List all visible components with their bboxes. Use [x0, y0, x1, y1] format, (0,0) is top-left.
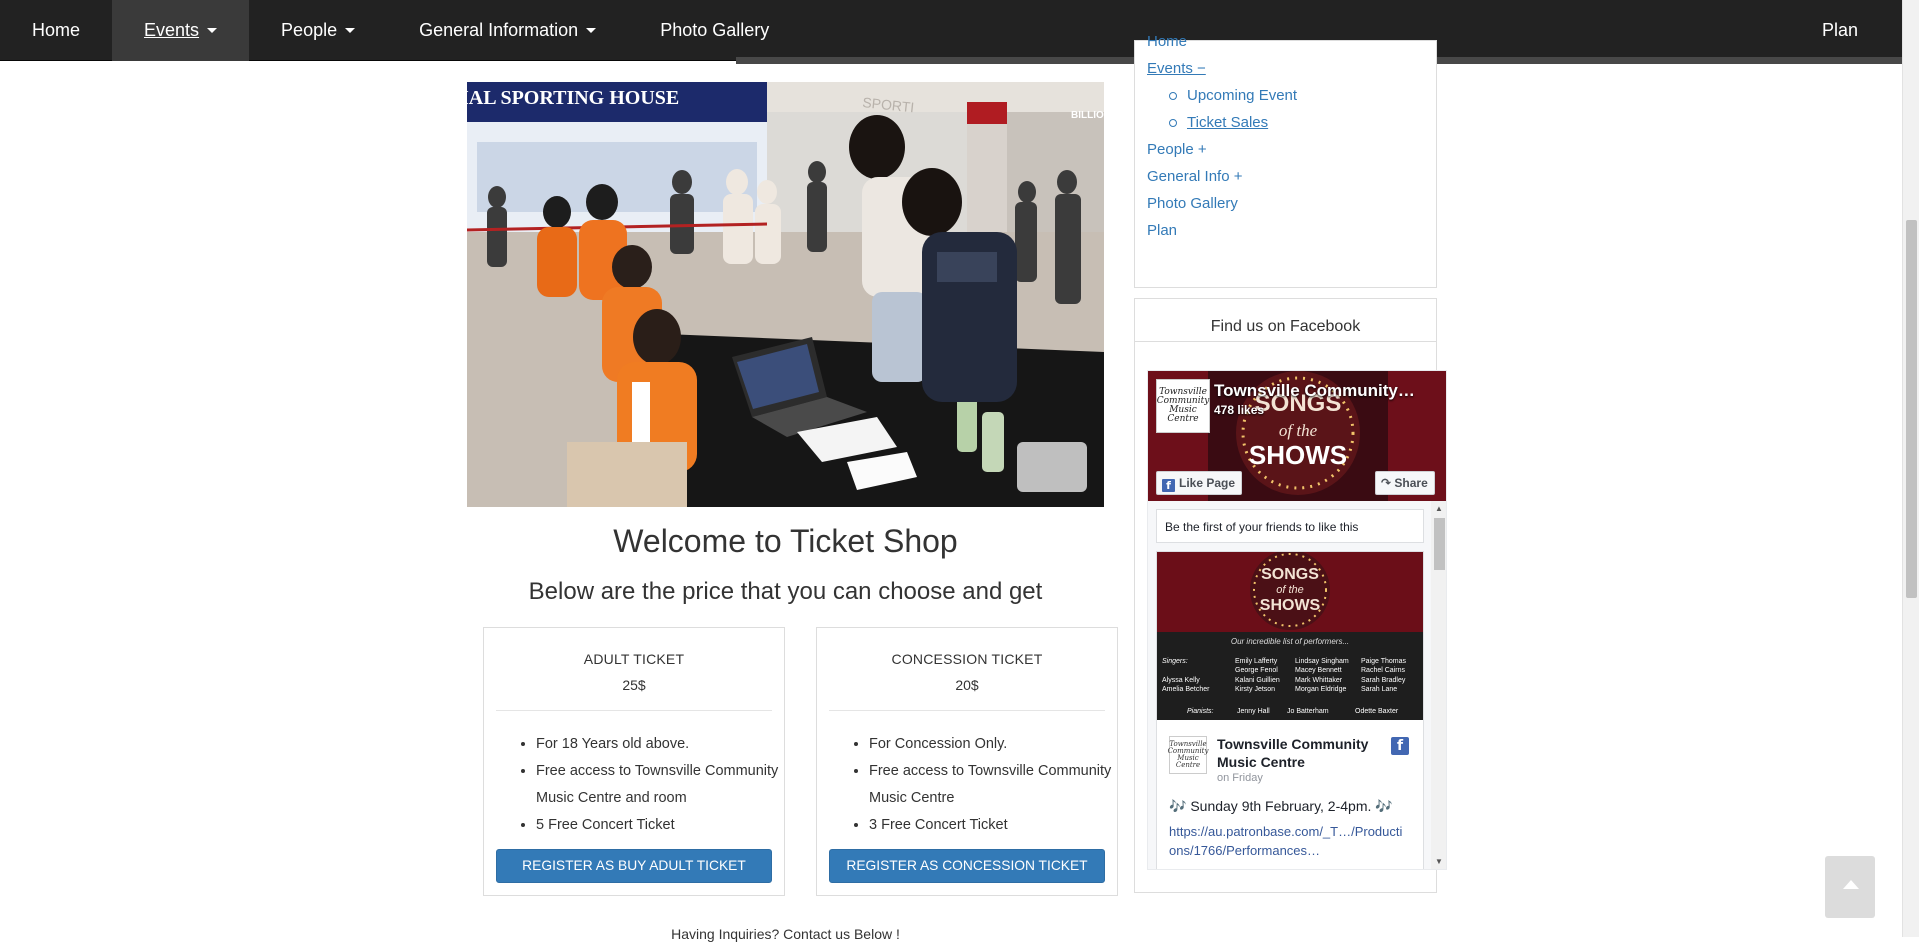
poster-title-2: of the — [1276, 584, 1304, 596]
chevron-up-icon — [1843, 880, 1859, 889]
sidebar-item-ticket-sales[interactable]: Ticket Sales — [1147, 109, 1297, 136]
facebook-likes-count: 478 likes — [1214, 403, 1265, 417]
sidebar-item-general-info[interactable]: General Info + — [1147, 163, 1297, 190]
poster-name: Alyssa Kelly — [1162, 677, 1200, 684]
poster-title-1: SONGS — [1261, 566, 1319, 583]
scroll-down-arrow-icon[interactable]: ▼ — [1435, 857, 1443, 866]
post-poster-image[interactable]: SONGS of the SHOWS Our incredible list o… — [1157, 552, 1423, 720]
poster-name: Paige Thomas — [1361, 658, 1407, 665]
back-to-top-button[interactable] — [1825, 856, 1875, 918]
facebook-post: SONGS of the SHOWS Our incredible list o… — [1156, 551, 1424, 869]
poster-name: Amelia Betcher — [1162, 686, 1210, 693]
hero-sign-text: IAL SPORTING HOUSE — [467, 87, 679, 109]
facebook-heading: Find us on Facebook — [1135, 299, 1436, 342]
page-title: Welcome to Ticket Shop — [613, 523, 958, 559]
poster-name: Kirsty Jetson — [1235, 686, 1275, 693]
facebook-page-logo[interactable]: Townsville Community Music Centre — [1156, 379, 1210, 433]
post-timestamp[interactable]: on Friday — [1217, 772, 1263, 784]
ticket-features: For Concession Only. Free access to Town… — [817, 731, 1117, 839]
ticket-name: ADULT TICKET — [583, 651, 685, 667]
nav-plan[interactable]: Plan — [1790, 0, 1902, 61]
page-subtitle: Below are the price that you can choose … — [528, 578, 1043, 605]
nav-home[interactable]: Home — [0, 0, 112, 61]
nav-people[interactable]: People — [249, 0, 387, 61]
poster-name: Sarah Bradley — [1361, 677, 1406, 684]
poster-name: Jenny Hall — [1237, 708, 1270, 715]
poster-subtitle: Our incredible list of performers... — [1231, 637, 1349, 646]
post-link[interactable]: https://au.patronbase.com/_T…/Production… — [1169, 822, 1409, 860]
concession-ticket-card: CONCESSION TICKET 20$ For Concession Onl… — [816, 627, 1118, 896]
nav-general-information[interactable]: General Information — [387, 0, 628, 61]
poster-name: Macey Bennett — [1295, 667, 1342, 674]
top-navbar: Home Events People General Information P… — [0, 0, 1902, 61]
facebook-friends-text: Be the first of your friends to like thi… — [1156, 509, 1424, 543]
feature-item: For 18 Years old above. — [536, 731, 784, 758]
feature-item: Free access to Townsville Community Musi… — [869, 758, 1117, 812]
page-scrollbar-thumb[interactable] — [1906, 220, 1917, 598]
feature-item: For Concession Only. — [869, 731, 1117, 758]
poster-name: Mark Whittaker — [1295, 677, 1343, 684]
sidebar-item-people[interactable]: People + — [1147, 136, 1297, 163]
cover-title-3: SHOWS — [1249, 440, 1347, 470]
feature-item: 3 Free Concert Ticket — [869, 812, 1117, 839]
poster-name: Emily Lafferty — [1235, 658, 1278, 665]
cover-title-2: of the — [1279, 421, 1318, 440]
ticket-price: 25$ — [622, 677, 646, 693]
scroll-up-arrow-icon[interactable]: ▲ — [1435, 504, 1443, 513]
page-scrollbar[interactable] — [1902, 0, 1919, 937]
feature-item: Free access to Townsville Community Musi… — [536, 758, 784, 812]
poster-name: Lindsay Singham — [1295, 658, 1349, 665]
ticket-features: For 18 Years old above. Free access to T… — [484, 731, 784, 839]
poster-name: Morgan Eldridge — [1295, 686, 1346, 693]
hero-photo: IAL SPORTING HOUSE SPORTI BILLION — [467, 82, 1104, 507]
sidebar-item-upcoming-event[interactable]: Upcoming Event — [1147, 82, 1297, 109]
like-page-button[interactable]: f Like Page — [1156, 471, 1243, 495]
poster-name: Odette Baxter — [1355, 708, 1399, 715]
post-author-logo[interactable]: Townsville Community Music Centre — [1168, 736, 1208, 774]
caret-down-icon — [345, 27, 356, 33]
facebook-cover-image[interactable]: SONGS of the SHOWS Townsville Community … — [1148, 371, 1446, 501]
caret-down-icon — [586, 27, 597, 33]
sidebar-menu: Home Events − Upcoming Event Ticket Sale… — [1134, 33, 1437, 288]
poster-title-3: SHOWS — [1260, 597, 1321, 614]
post-text: 🎶 Sunday 9th February, 2-4pm. 🎶 — [1169, 798, 1393, 814]
poster-name: Rachel Cairns — [1361, 667, 1405, 674]
share-button[interactable]: ↷ Share — [1375, 471, 1435, 495]
ticket-price: 20$ — [955, 677, 979, 693]
poster-name: Kalani Guillien — [1235, 677, 1280, 684]
caret-down-icon — [207, 27, 218, 33]
post-author-name[interactable]: Townsville Community Music Centre — [1217, 735, 1387, 771]
adult-ticket-card: ADULT TICKET 25$ For 18 Years old above.… — [483, 627, 785, 896]
register-concession-ticket-button[interactable]: REGISTER AS CONCESSION TICKET — [829, 849, 1105, 883]
facebook-page-name[interactable]: Townsville Community… — [1214, 381, 1415, 401]
facebook-widget-scrollbar[interactable]: ▲ ▼ — [1431, 501, 1446, 869]
nav-photo-gallery[interactable]: Photo Gallery — [628, 0, 801, 61]
sidebar-item-plan[interactable]: Plan — [1147, 217, 1297, 244]
poster-pianists-label: Pianists: — [1187, 708, 1214, 715]
divider — [829, 710, 1105, 711]
divider — [496, 710, 772, 711]
sidebar-item-home[interactable]: Home — [1147, 28, 1297, 55]
poster-name: George Fenol — [1235, 667, 1278, 674]
facebook-icon: f — [1162, 479, 1175, 492]
poster-name: Sarah Lane — [1361, 686, 1397, 693]
sidebar-item-photo-gallery[interactable]: Photo Gallery — [1147, 190, 1297, 217]
sidebar-item-events[interactable]: Events − — [1147, 55, 1297, 82]
nav-events[interactable]: Events — [112, 0, 250, 61]
ticket-name: CONCESSION TICKET — [891, 651, 1043, 667]
facebook-page-widget[interactable]: SONGS of the SHOWS Townsville Community … — [1147, 370, 1447, 870]
facebook-icon[interactable]: f — [1391, 737, 1409, 755]
scrollbar-thumb[interactable] — [1434, 518, 1445, 570]
hero-store-sign: BILLION — [1071, 110, 1104, 121]
poster-singers-label: Singers: — [1162, 658, 1188, 665]
register-adult-ticket-button[interactable]: REGISTER AS BUY ADULT TICKET — [496, 849, 772, 883]
inquiries-text: Having Inquiries? Contact us Below ! — [671, 926, 900, 942]
poster-name: Jo Batterham — [1287, 708, 1329, 715]
feature-item: 5 Free Concert Ticket — [536, 812, 784, 839]
share-icon: ↷ — [1381, 476, 1395, 490]
